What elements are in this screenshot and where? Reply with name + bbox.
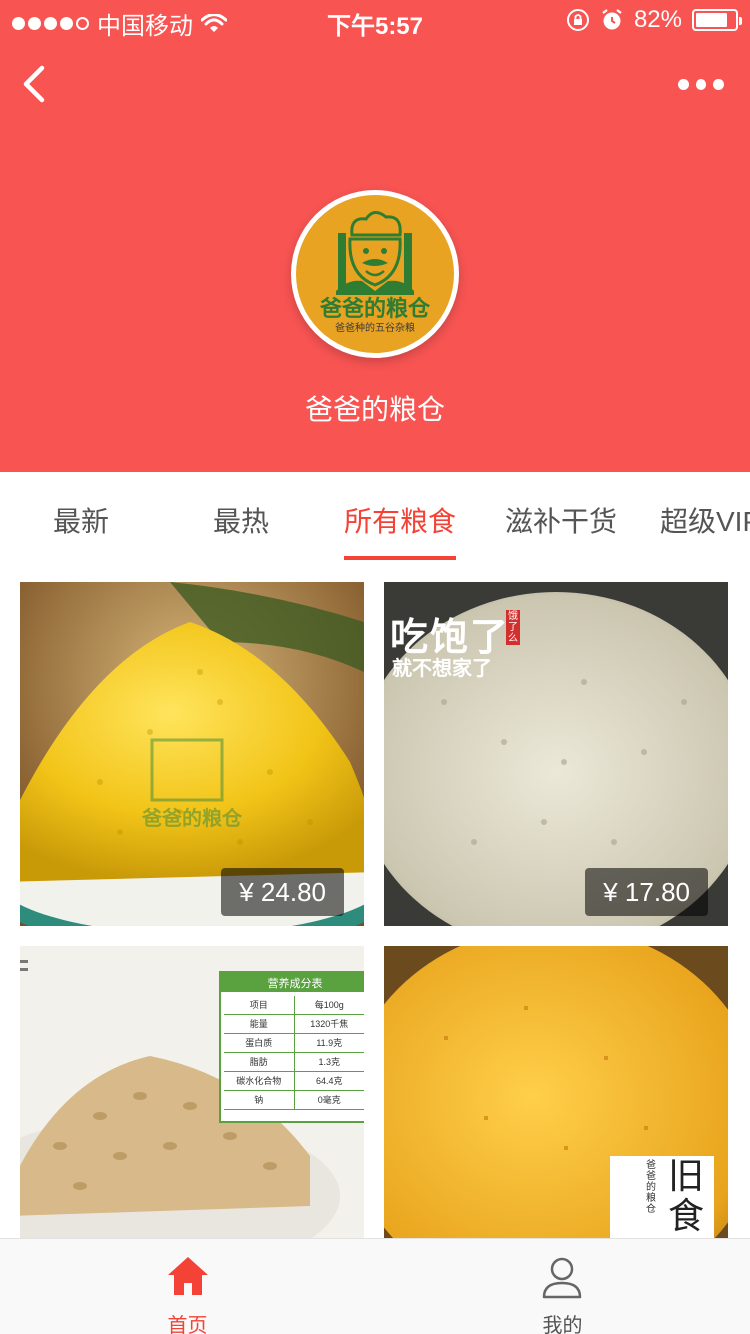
alarm-icon xyxy=(602,9,622,30)
nutrition-cell: 1.3克 xyxy=(318,1057,340,1067)
product-price: ¥ 17.80 xyxy=(585,868,708,916)
product-card[interactable]: 吃饱了 就不想家了 饿了么 ¥ 17.80 xyxy=(384,582,728,926)
nutrition-row: 项目 每100g xyxy=(224,996,364,1015)
tab-newest[interactable]: 最新 xyxy=(53,500,109,540)
product-label-small: 爸爸的粮仓 xyxy=(646,1160,656,1215)
product-stamp: 饿了么 xyxy=(506,610,520,645)
nutrition-row: 碳水化合物 64.4克 xyxy=(224,1072,364,1091)
product-card[interactable]: 营养成分表 项目 每100g 能量 1320千焦蛋白质 11.9克脂肪 1.3克碳水化合物… xyxy=(20,946,364,1238)
nutrition-cell: 脂肪 xyxy=(224,1053,295,1071)
nutrition-table-title: 营养成分表 xyxy=(267,978,323,990)
back-button[interactable] xyxy=(18,62,58,106)
nutrition-cell: 1320千焦 xyxy=(310,1019,349,1029)
nutrition-cell: 蛋白质 xyxy=(224,1034,295,1052)
nutrition-cell: 0毫克 xyxy=(317,1095,341,1105)
nutrition-row: 蛋白质 11.9克 xyxy=(224,1034,364,1053)
home-icon xyxy=(168,1257,208,1295)
rotation-lock-icon xyxy=(566,9,589,31)
tabbar-mine-label: 我的 xyxy=(542,1315,583,1334)
product-overlay-subtitle: 就不想家了 xyxy=(392,658,492,680)
nutrition-cell: 项目 xyxy=(224,996,295,1014)
tab-all-grains[interactable]: 所有粮食 xyxy=(344,500,456,540)
tab-super-vip[interactable]: 超级VIP xyxy=(660,500,750,540)
tabbar-home-label: 首页 xyxy=(167,1315,208,1334)
nutrition-cell: 11.9克 xyxy=(316,1038,343,1048)
shop-header: 中国移动 下午5:57 82% 爸爸的粮仓 爸爸种的五谷杂粮 爸爸的粮仓 xyxy=(0,0,750,472)
status-bar: 中国移动 下午5:57 82% xyxy=(0,0,750,40)
nutrition-cell: 每100g xyxy=(314,1000,344,1010)
product-price: ¥ 24.80 xyxy=(221,868,344,916)
tab-hottest[interactable]: 最热 xyxy=(213,500,269,540)
more-options-button[interactable] xyxy=(678,74,725,94)
product-watermark: 爸爸的粮仓 xyxy=(142,808,242,830)
nutrition-row: 脂肪 1.3克 xyxy=(224,1053,364,1072)
bottom-tab-bar: 首页 我的 xyxy=(0,1238,750,1334)
nutrition-cell: 64.4克 xyxy=(315,1076,343,1086)
nutrition-cell: 能量 xyxy=(224,1015,295,1033)
tabbar-home[interactable]: 首页 xyxy=(0,1239,375,1334)
shop-avatar: 爸爸的粮仓 爸爸种的五谷杂粮 xyxy=(291,190,459,358)
shop-logo: 爸爸的粮仓 爸爸种的五谷杂粮 xyxy=(296,195,454,353)
user-icon xyxy=(542,1257,582,1299)
nutrition-cell: 钠 xyxy=(224,1091,295,1109)
battery-percent: 82% xyxy=(633,6,682,33)
battery-icon xyxy=(692,9,742,31)
logo-subtitle: 爸爸种的五谷杂粮 xyxy=(335,323,415,334)
nutrition-cell: 碳水化合物 xyxy=(224,1072,295,1090)
product-card[interactable]: 爸爸的粮仓 旧食 xyxy=(384,946,728,1238)
shop-name: 爸爸的粮仓 xyxy=(304,394,445,425)
product-card[interactable]: 爸爸的粮仓 ¥ 24.80 xyxy=(20,582,364,926)
nutrition-row: 能量 1320千焦 xyxy=(224,1015,364,1034)
category-tabs: 最新 最热 所有粮食 滋补干货 超级VIP xyxy=(0,472,750,562)
product-grid: 爸爸的粮仓 ¥ 24.80 吃饱了 就不想家了 饿了么 ¥ 17.80 营养成分… xyxy=(0,562,750,1238)
active-tab-indicator xyxy=(344,556,456,560)
tabbar-mine[interactable]: 我的 xyxy=(375,1239,750,1334)
tab-tonic-dried-goods[interactable]: 滋补干货 xyxy=(505,500,617,540)
nutrition-table: 项目 每100g 能量 1320千焦蛋白质 11.9克脂肪 1.3克碳水化合物 64.4克钠… xyxy=(224,996,364,1110)
product-label-big: 旧食 xyxy=(668,1155,705,1236)
nutrition-row: 钠 0毫克 xyxy=(224,1091,364,1110)
